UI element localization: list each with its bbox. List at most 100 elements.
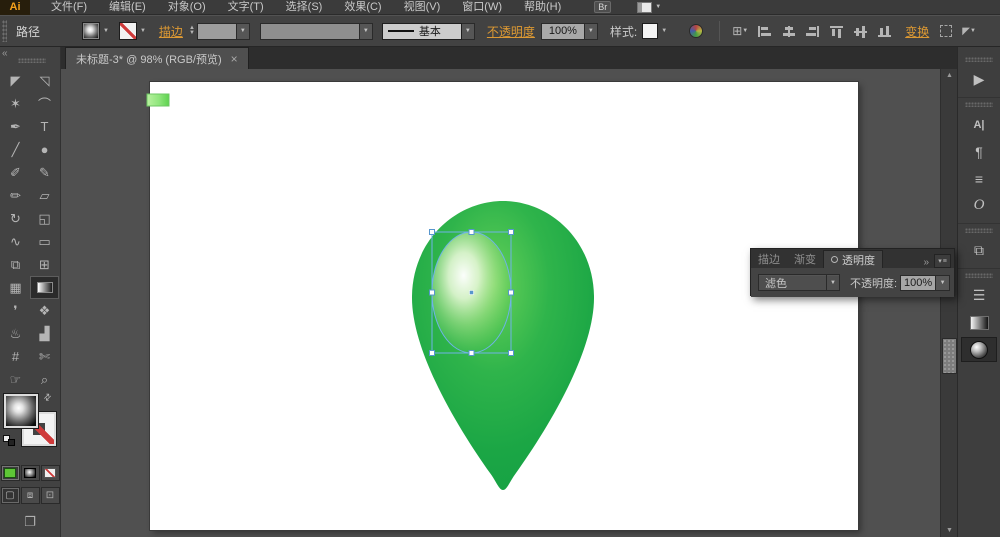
panel-grip[interactable] bbox=[965, 273, 993, 278]
menu-item-3[interactable]: 对象(O) bbox=[157, 0, 217, 15]
isolate-selection-button[interactable]: ◤ ▼ bbox=[962, 26, 976, 37]
color-button[interactable] bbox=[0, 465, 20, 481]
stroke-color-button[interactable] bbox=[118, 22, 137, 40]
stroke-weight-field[interactable] bbox=[196, 22, 237, 40]
expand-panel-icon[interactable]: » bbox=[923, 257, 929, 268]
brush-definition-caret[interactable]: ▼ bbox=[461, 22, 475, 40]
zoom-tool[interactable]: ⌕ bbox=[30, 368, 59, 391]
gradient-panel-button[interactable] bbox=[961, 310, 997, 335]
slice-tool[interactable]: ✄ bbox=[30, 345, 59, 368]
menu-item-4[interactable]: 文字(T) bbox=[217, 0, 275, 15]
fill-swatch[interactable] bbox=[3, 393, 39, 429]
egg-shape[interactable] bbox=[411, 201, 595, 490]
pen-tool[interactable]: ✒ bbox=[1, 115, 30, 138]
magic-wand-tool[interactable]: ✶ bbox=[1, 92, 30, 115]
direct-selection-tool[interactable]: ◹ bbox=[30, 69, 59, 92]
draw-normal-button[interactable]: ▢ bbox=[0, 487, 20, 504]
opacity-dropdown[interactable]: ▼ bbox=[584, 22, 598, 40]
blob-brush-tool[interactable]: ✏ bbox=[1, 184, 30, 207]
selection-tool[interactable]: ◤ bbox=[1, 69, 30, 92]
eyedropper-tool[interactable]: ❜ bbox=[1, 299, 30, 322]
panel-grip[interactable] bbox=[2, 20, 7, 42]
panel-grip[interactable] bbox=[965, 57, 993, 62]
panel-grip[interactable] bbox=[965, 228, 993, 233]
scroll-up-icon[interactable]: ▲ bbox=[941, 69, 958, 82]
vertical-scrollbar[interactable]: ▲ ▼ bbox=[940, 69, 957, 537]
menu-item-7[interactable]: 视图(V) bbox=[393, 0, 452, 15]
opentype-panel-button[interactable]: O bbox=[961, 193, 997, 218]
appearance-panel-button[interactable]: ⧉ bbox=[961, 238, 997, 263]
align-top-button[interactable] bbox=[829, 25, 844, 38]
type-tool[interactable]: T bbox=[30, 115, 59, 138]
gradient-tool[interactable] bbox=[30, 276, 59, 299]
blend-tool[interactable]: ❖ bbox=[30, 299, 59, 322]
align-middle-button[interactable] bbox=[853, 25, 868, 38]
bridge-button[interactable]: Br bbox=[594, 1, 612, 13]
workspace-switcher-button[interactable]: ▼ bbox=[637, 1, 661, 13]
column-graph-tool[interactable]: ▟ bbox=[30, 322, 59, 345]
scroll-down-icon[interactable]: ▼ bbox=[941, 524, 958, 537]
artboard-tool[interactable]: # bbox=[1, 345, 30, 368]
width-tool[interactable]: ∿ bbox=[1, 230, 30, 253]
free-transform-tool[interactable]: ▭ bbox=[30, 230, 59, 253]
chevron-down-icon[interactable]: ▼ bbox=[103, 28, 109, 34]
paintbrush-tool[interactable]: ✐ bbox=[1, 161, 30, 184]
transform-link[interactable]: 变换 bbox=[905, 23, 929, 40]
align-left-button[interactable] bbox=[757, 25, 772, 38]
opacity-field[interactable]: 100% bbox=[540, 22, 585, 40]
align-bottom-button[interactable] bbox=[877, 25, 892, 38]
screen-mode-button[interactable]: ❐ bbox=[17, 512, 43, 532]
paragraph-panel-button[interactable]: ¶ bbox=[961, 139, 997, 164]
menu-item-2[interactable]: 编辑(E) bbox=[98, 0, 157, 15]
none-button[interactable] bbox=[40, 465, 60, 481]
panel-grip[interactable] bbox=[965, 102, 993, 107]
brush-definition-dropdown[interactable]: 基本 bbox=[381, 22, 462, 40]
opacity-value-field[interactable]: 100% bbox=[900, 274, 937, 291]
chevron-down-icon[interactable]: ▼ bbox=[140, 28, 146, 34]
width-profile-dropdown[interactable]: ▼ bbox=[359, 22, 373, 40]
panel-tab-transparency[interactable]: 透明度 bbox=[823, 250, 883, 268]
align-options-dropdown[interactable]: ⊞ ▼ bbox=[732, 24, 748, 38]
mesh-tool[interactable]: ▦ bbox=[1, 276, 30, 299]
transparency-panel-button[interactable] bbox=[961, 337, 997, 362]
play-button[interactable]: ▶ bbox=[961, 67, 997, 92]
canvas[interactable] bbox=[61, 69, 940, 537]
symbol-sprayer-tool[interactable]: ♨ bbox=[1, 322, 30, 345]
stroke-panel-button[interactable]: ☰ bbox=[961, 283, 997, 308]
panel-menu-button[interactable]: ▾ ≡ bbox=[934, 254, 951, 268]
scale-tool[interactable]: ◱ bbox=[30, 207, 59, 230]
panel-tab-gradient[interactable]: 渐变 bbox=[787, 250, 823, 268]
stroke-link[interactable]: 描边 bbox=[159, 23, 183, 40]
ellipse-tool[interactable]: ● bbox=[30, 138, 59, 161]
stroke-weight-dropdown[interactable]: ▼ bbox=[236, 22, 250, 40]
chevron-down-icon[interactable]: ▼ bbox=[661, 28, 667, 34]
width-profile-field[interactable] bbox=[259, 22, 360, 40]
document-tab[interactable]: 未标题-3* @ 98% (RGB/预览) × bbox=[65, 47, 249, 69]
menu-item-5[interactable]: 选择(S) bbox=[275, 0, 334, 15]
center-point-handle[interactable] bbox=[469, 290, 474, 295]
scrollbar-thumb[interactable] bbox=[942, 338, 957, 374]
panel-grip[interactable] bbox=[18, 58, 46, 63]
collapse-panel-icon[interactable]: « bbox=[2, 48, 8, 59]
stroke-weight-stepper[interactable]: ▲ ▼ bbox=[189, 25, 195, 36]
hand-tool[interactable]: ☞ bbox=[1, 368, 30, 391]
swap-fill-stroke-icon[interactable]: ⇄ bbox=[41, 391, 54, 404]
menu-item-6[interactable]: 效果(C) bbox=[333, 0, 392, 15]
blend-mode-select[interactable]: 滤色 ▼ bbox=[758, 274, 840, 291]
free-transform-icon[interactable] bbox=[940, 25, 953, 37]
draw-inside-button[interactable]: ⊡ bbox=[40, 487, 60, 504]
paragraph-styles-panel-button[interactable]: ≡ bbox=[961, 166, 997, 191]
panel-tab-stroke[interactable]: 描边 bbox=[751, 250, 787, 268]
green-chip-object[interactable] bbox=[146, 93, 170, 107]
recolor-artwork-icon[interactable] bbox=[689, 24, 704, 38]
pencil-tool[interactable]: ✎ bbox=[30, 161, 59, 184]
character-panel-button[interactable]: A| bbox=[961, 112, 997, 137]
default-fill-stroke-icon[interactable] bbox=[3, 435, 17, 447]
eraser-tool[interactable]: ▱ bbox=[30, 184, 59, 207]
align-right-button[interactable] bbox=[805, 25, 820, 38]
menu-item-8[interactable]: 窗口(W) bbox=[451, 0, 513, 15]
line-segment-tool[interactable]: ╱ bbox=[1, 138, 30, 161]
fill-color-button[interactable] bbox=[82, 22, 101, 40]
menu-item-1[interactable]: 文件(F) bbox=[40, 0, 98, 15]
draw-behind-button[interactable]: ⧈ bbox=[20, 487, 40, 504]
